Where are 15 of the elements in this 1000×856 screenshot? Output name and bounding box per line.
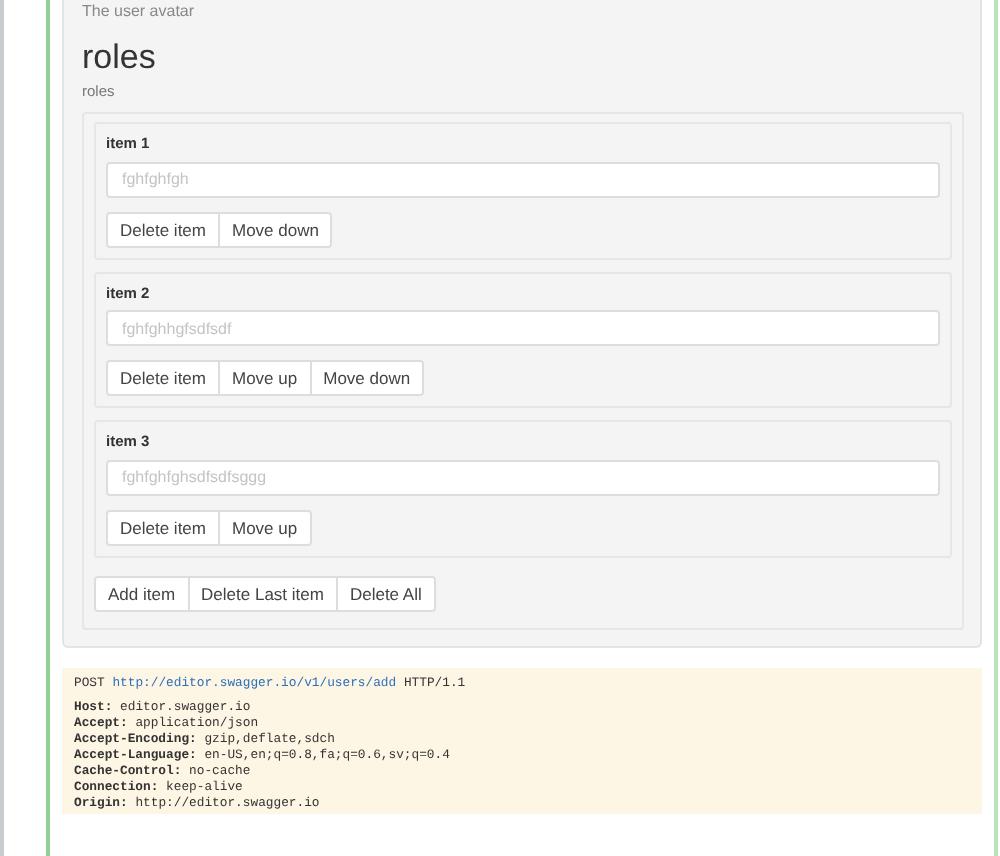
item-input[interactable]: fghfghfgh — [106, 161, 940, 197]
array-button[interactable]: Delete All — [335, 575, 436, 611]
item-button[interactable]: Move down — [309, 360, 425, 396]
item-input[interactable]: fghfghfghsdfsdfsggg — [106, 459, 940, 495]
item-button[interactable]: Move down — [218, 211, 333, 247]
array-button[interactable]: Delete Last item — [187, 575, 338, 611]
item-input[interactable]: fghfghhgfsdfsdf — [106, 310, 940, 346]
item-button[interactable]: Move up — [218, 360, 312, 396]
item-button[interactable]: Delete item — [106, 211, 220, 247]
array-button[interactable]: Add item — [94, 575, 190, 611]
item-button[interactable]: Move up — [218, 509, 312, 545]
help-text: The user avatar — [82, 2, 197, 22]
item-button[interactable]: Delete item — [106, 360, 220, 396]
item-button[interactable]: Delete item — [106, 509, 220, 545]
section-title: roles — [82, 38, 158, 78]
